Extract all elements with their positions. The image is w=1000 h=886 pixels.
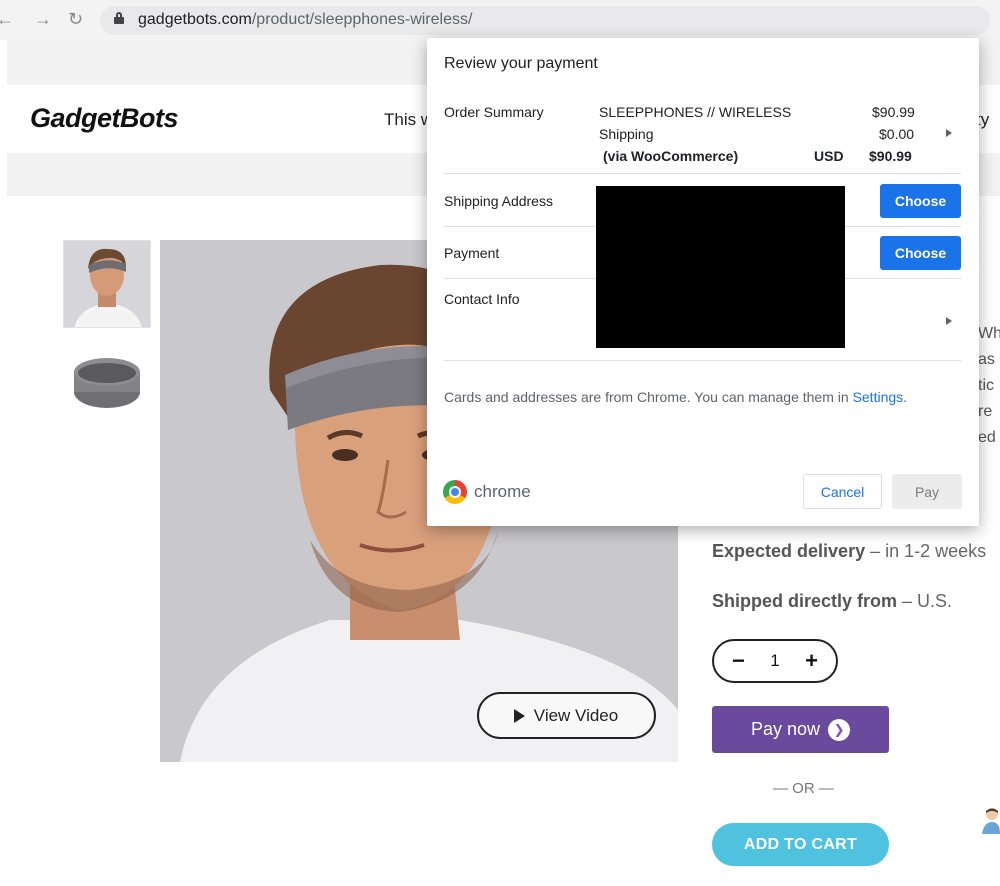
increase-quantity-button[interactable]: + — [805, 650, 818, 672]
peek-text-4: re — [978, 403, 993, 420]
or-separator: — OR — — [773, 780, 834, 797]
dialog-title: Review your payment — [444, 55, 598, 72]
peek-text-3: tic — [978, 377, 994, 394]
delivery-value: – in 1-2 weeks — [865, 541, 987, 561]
order-total: $90.99 — [869, 148, 912, 164]
chrome-brand-text: chrome — [474, 482, 531, 501]
delivery-label: Expected delivery — [712, 541, 866, 561]
view-video-button[interactable]: View Video — [477, 692, 656, 739]
add-to-cart-button[interactable]: ADD TO CART — [712, 823, 889, 866]
product-thumbnail-band[interactable] — [63, 340, 151, 428]
chrome-logo-icon — [443, 480, 467, 504]
pay-now-button[interactable]: Pay now ❯ — [712, 706, 889, 753]
browser-toolbar: ← → ↻ gadgetbots.com/product/sleepphones… — [0, 0, 1000, 40]
item-price: $90.99 — [872, 104, 915, 120]
quantity-value[interactable]: 1 — [770, 651, 779, 671]
forward-icon[interactable]: → — [34, 9, 52, 30]
model-thumbnail-icon — [64, 241, 150, 327]
url-path: /product/sleepphones-wireless/ — [251, 11, 473, 28]
chat-avatar-icon[interactable] — [980, 806, 1000, 834]
view-video-label: View Video — [533, 705, 619, 725]
contact-info-label[interactable]: Contact Info — [444, 291, 520, 307]
choose-shipping-address-button[interactable]: Choose — [880, 184, 961, 218]
info-text: Cards and addresses are from Chrome. You… — [444, 389, 907, 405]
expand-arrow-icon[interactable] — [946, 129, 952, 137]
redacted-block — [596, 186, 845, 348]
decrease-quantity-button[interactable]: − — [732, 650, 745, 672]
chevron-right-icon: ❯ — [828, 718, 851, 741]
divider — [444, 173, 961, 174]
shipping-price: $0.00 — [879, 126, 915, 142]
site-logo[interactable]: GadgetBots — [30, 103, 179, 134]
pay-now-label: Pay now — [750, 719, 821, 739]
payment-request-dialog: Review your payment Order Summary SLEEPP… — [427, 38, 979, 526]
url-domain: gadgetbots.com — [138, 11, 252, 28]
via-woocommerce: (via WooCommerce) — [603, 148, 739, 164]
play-icon — [513, 708, 526, 723]
back-icon[interactable]: ← — [0, 9, 14, 30]
headband-icon — [74, 358, 140, 408]
settings-link[interactable]: Settings — [853, 389, 904, 405]
shipped-label: Shipped directly from — [712, 591, 898, 611]
currency: USD — [814, 148, 844, 164]
shipped-value: – U.S. — [897, 591, 953, 611]
chrome-brand: chrome — [443, 480, 531, 504]
payment-label: Payment — [444, 245, 500, 261]
header-text: This w — [384, 110, 434, 129]
info-message: Cards and addresses are from Chrome. You… — [444, 389, 853, 405]
divider — [444, 360, 961, 361]
url-text[interactable]: gadgetbots.com/product/sleepphones-wirel… — [138, 11, 472, 29]
peek-text-5: ed — [978, 429, 996, 446]
expected-delivery: Expected delivery – in 1-2 weeks — [712, 541, 986, 562]
order-summary-label[interactable]: Order Summary — [444, 104, 544, 120]
shipping-address-label: Shipping Address — [444, 193, 553, 209]
quantity-stepper: − 1 + — [712, 639, 838, 683]
shipping-name: Shipping — [599, 126, 654, 142]
product-thumbnail-model[interactable] — [63, 240, 151, 328]
info-end: . — [903, 389, 908, 405]
reload-icon[interactable]: ↻ — [68, 9, 83, 30]
peek-text-1: Wh — [978, 325, 1000, 342]
page: ← → ↻ gadgetbots.com/product/sleepphones… — [0, 0, 1000, 886]
shipped-from: Shipped directly from – U.S. — [712, 591, 952, 612]
cancel-button[interactable]: Cancel — [803, 474, 882, 509]
item-name: SLEEPPHONES // WIRELESS — [599, 104, 792, 120]
choose-payment-button[interactable]: Choose — [880, 236, 961, 270]
expand-arrow-icon[interactable] — [946, 317, 952, 325]
peek-text-2: as — [978, 351, 995, 368]
pay-button[interactable]: Pay — [892, 474, 962, 509]
lock-icon[interactable] — [114, 12, 124, 24]
